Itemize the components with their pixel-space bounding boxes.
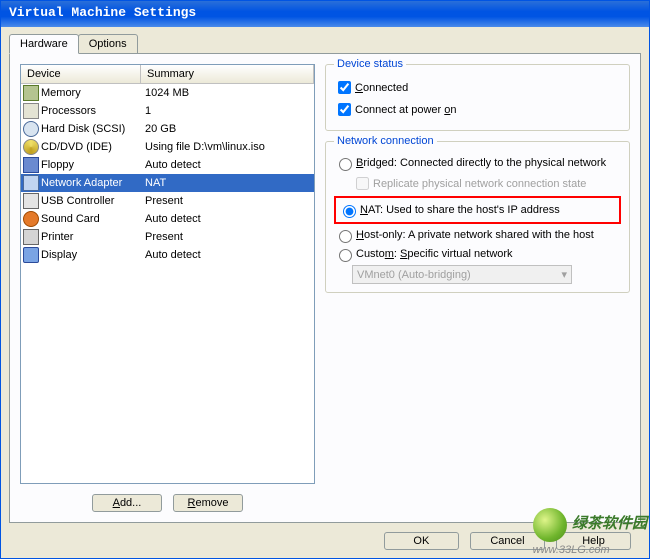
device-row[interactable]: Sound CardAuto detect — [21, 210, 314, 228]
prn-icon — [23, 229, 39, 245]
connect-at-power-on-label: Connect at power on — [355, 104, 457, 116]
vmnet-value: VMnet0 (Auto-bridging) — [357, 269, 471, 281]
column-device[interactable]: Device — [21, 65, 141, 84]
device-rows: Memory1024 MBProcessors1Hard Disk (SCSI)… — [21, 84, 314, 264]
device-row[interactable]: Hard Disk (SCSI)20 GB — [21, 120, 314, 138]
vmnet-row: VMnet0 (Auto-bridging) ▾ — [352, 265, 621, 284]
custom-input[interactable] — [339, 249, 352, 262]
device-summary: Using file D:\vm\linux.iso — [141, 141, 312, 153]
bridged-label: Bridged: Connected directly to the physi… — [356, 157, 606, 169]
device-name: Processors — [41, 105, 141, 117]
device-row[interactable]: FloppyAuto detect — [21, 156, 314, 174]
window-title: Virtual Machine Settings — [1, 1, 649, 27]
device-row[interactable]: Processors1 — [21, 102, 314, 120]
device-row[interactable]: CD/DVD (IDE)Using file D:\vm\linux.iso — [21, 138, 314, 156]
device-list-header: Device Summary — [21, 65, 314, 84]
device-summary: 1 — [141, 105, 312, 117]
device-summary: Auto detect — [141, 213, 312, 225]
custom-label: Custom: Specific virtual network — [356, 248, 513, 260]
device-summary: Auto detect — [141, 249, 312, 261]
device-summary: 20 GB — [141, 123, 312, 135]
device-summary: 1024 MB — [141, 87, 312, 99]
add-button[interactable]: Add... — [92, 494, 162, 512]
connect-at-power-on-checkbox[interactable]: Connect at power on — [334, 100, 621, 119]
hdd-icon — [23, 121, 39, 137]
device-name: Memory — [41, 87, 141, 99]
snd-icon — [23, 211, 39, 227]
nat-highlight: NAT: Used to share the host's IP address — [334, 196, 621, 224]
hostonly-input[interactable] — [339, 230, 352, 243]
settings-pane: Device status Connected Connect at power… — [325, 64, 630, 512]
device-summary: Auto detect — [141, 159, 312, 171]
connected-checkbox[interactable]: Connected — [334, 78, 621, 97]
device-summary: NAT — [141, 177, 312, 189]
tab-options[interactable]: Options — [78, 34, 138, 54]
tab-bar: Hardware Options — [9, 34, 641, 54]
device-name: Network Adapter — [41, 177, 141, 189]
nat-label: NAT: Used to share the host's IP address — [360, 204, 560, 216]
device-row[interactable]: DisplayAuto detect — [21, 246, 314, 264]
remove-button-label: Remove — [188, 497, 229, 509]
tab-hardware[interactable]: Hardware — [9, 34, 79, 54]
device-status-legend: Device status — [334, 58, 406, 70]
bridged-radio[interactable]: Bridged: Connected directly to the physi… — [334, 155, 621, 171]
device-summary: Present — [141, 195, 312, 207]
bridged-input[interactable] — [339, 158, 352, 171]
device-name: Display — [41, 249, 141, 261]
device-name: Printer — [41, 231, 141, 243]
vm-settings-window: Virtual Machine Settings Hardware Option… — [0, 0, 650, 559]
device-name: Floppy — [41, 159, 141, 171]
window-content: Hardware Options Device Summary Memory10… — [1, 27, 649, 529]
device-summary: Present — [141, 231, 312, 243]
cpu-icon — [23, 103, 39, 119]
floppy-icon — [23, 157, 39, 173]
network-connection-legend: Network connection — [334, 135, 437, 147]
replicate-input — [356, 177, 369, 190]
connected-input[interactable] — [338, 81, 351, 94]
dialog-buttons: OK Cancel Help — [380, 532, 635, 550]
device-row[interactable]: Network AdapterNAT — [21, 174, 314, 192]
add-button-label: Add... — [113, 497, 142, 509]
usb-icon — [23, 193, 39, 209]
device-row[interactable]: USB ControllerPresent — [21, 192, 314, 210]
replicate-checkbox: Replicate physical network connection st… — [352, 174, 621, 193]
nat-input[interactable] — [343, 205, 356, 218]
chip-icon — [23, 85, 39, 101]
connected-label: Connected — [355, 82, 408, 94]
remove-button[interactable]: Remove — [173, 494, 243, 512]
device-row[interactable]: PrinterPresent — [21, 228, 314, 246]
column-summary[interactable]: Summary — [141, 65, 314, 84]
network-connection-group: Network connection Bridged: Connected di… — [325, 141, 630, 293]
device-row[interactable]: Memory1024 MB — [21, 84, 314, 102]
device-list[interactable]: Device Summary Memory1024 MBProcessors1H… — [20, 64, 315, 484]
device-name: USB Controller — [41, 195, 141, 207]
nat-radio[interactable]: NAT: Used to share the host's IP address — [338, 202, 617, 218]
help-button[interactable]: Help — [556, 532, 631, 550]
replicate-label: Replicate physical network connection st… — [373, 178, 586, 190]
connect-at-power-on-input[interactable] — [338, 103, 351, 116]
vmnet-dropdown: VMnet0 (Auto-bridging) ▾ — [352, 265, 572, 284]
cancel-button[interactable]: Cancel — [470, 532, 545, 550]
tab-panel: Device Summary Memory1024 MBProcessors1H… — [9, 53, 641, 523]
device-name: CD/DVD (IDE) — [41, 141, 141, 153]
device-name: Hard Disk (SCSI) — [41, 123, 141, 135]
device-name: Sound Card — [41, 213, 141, 225]
hostonly-radio[interactable]: Host-only: A private network shared with… — [334, 227, 621, 243]
device-pane: Device Summary Memory1024 MBProcessors1H… — [20, 64, 315, 512]
disp-icon — [23, 247, 39, 263]
cd-icon — [23, 139, 39, 155]
net-icon — [23, 175, 39, 191]
device-status-group: Device status Connected Connect at power… — [325, 64, 630, 131]
chevron-down-icon: ▾ — [561, 268, 567, 281]
device-buttons: Add... Remove — [20, 484, 315, 512]
hostonly-label: Host-only: A private network shared with… — [356, 229, 594, 241]
custom-radio[interactable]: Custom: Specific virtual network — [334, 246, 621, 262]
ok-button[interactable]: OK — [384, 532, 459, 550]
